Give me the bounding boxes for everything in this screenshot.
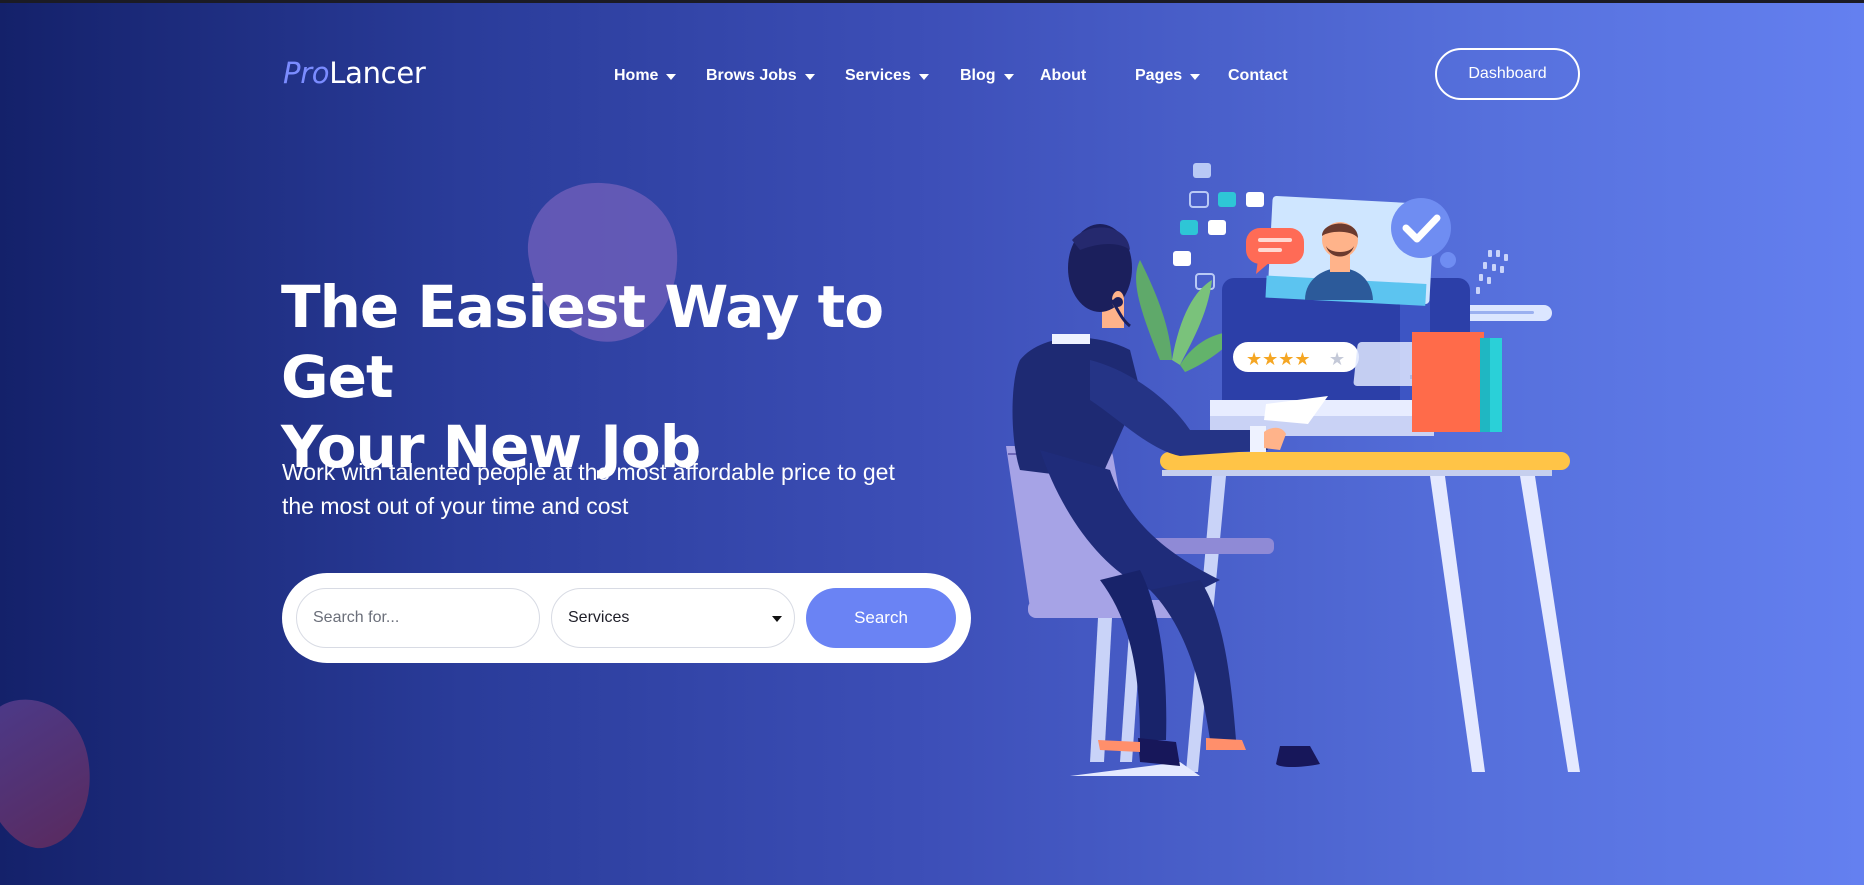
hero-subtitle: Work with talented people at the most af… bbox=[282, 455, 982, 523]
nav-services[interactable]: Services bbox=[845, 64, 929, 88]
nav-brows-jobs[interactable]: Brows Jobs bbox=[706, 64, 815, 88]
chevron-down-icon bbox=[1190, 74, 1201, 80]
nav-about[interactable]: About bbox=[1040, 64, 1086, 88]
top-border bbox=[0, 0, 1864, 3]
logo[interactable]: ProLancer bbox=[283, 56, 426, 90]
nav-label: Brows Jobs bbox=[706, 67, 797, 84]
hero-title-line: The Easiest Way to Get bbox=[281, 273, 884, 411]
hero-illustration: ★★★★ ★ bbox=[1006, 163, 1580, 776]
svg-text:★★★★: ★★★★ bbox=[1246, 349, 1311, 370]
search-form: Services Search bbox=[282, 573, 971, 663]
nav-home[interactable]: Home bbox=[614, 64, 677, 88]
hero-subtitle-line: Work with talented people at the most af… bbox=[282, 459, 895, 485]
search-input[interactable] bbox=[296, 588, 540, 648]
svg-text:★: ★ bbox=[1329, 349, 1345, 370]
hero-title: The Easiest Way to Get Your New Job bbox=[281, 272, 1001, 482]
decorative-squares bbox=[1173, 163, 1264, 290]
nav-label: About bbox=[1040, 67, 1087, 84]
chevron-down-icon bbox=[666, 74, 677, 80]
logo-suffix: Lancer bbox=[329, 56, 426, 90]
star-rating-icon: ★★★★ ★ bbox=[1233, 342, 1359, 372]
chevron-down-icon bbox=[772, 616, 782, 622]
nav-label: Contact bbox=[1228, 67, 1288, 84]
hero-subtitle-line: the most out of your time and cost bbox=[282, 493, 629, 519]
site-header: ProLancer Home Brows Jobs Services Blog … bbox=[283, 48, 1580, 100]
nav-label: Blog bbox=[960, 67, 996, 84]
logo-prefix: Pro bbox=[283, 56, 330, 90]
nav-pages[interactable]: Pages bbox=[1135, 64, 1201, 88]
chevron-down-icon bbox=[1003, 74, 1014, 80]
books-illustration bbox=[1412, 332, 1484, 432]
category-select-value: Services bbox=[568, 609, 630, 626]
dashboard-button[interactable]: Dashboard bbox=[1435, 48, 1580, 100]
nav-blog[interactable]: Blog bbox=[960, 64, 1014, 88]
nav-label: Home bbox=[614, 67, 659, 84]
chevron-down-icon bbox=[918, 74, 929, 80]
search-button[interactable]: Search bbox=[806, 588, 956, 648]
chevron-down-icon bbox=[804, 74, 815, 80]
decorative-blob bbox=[0, 688, 105, 858]
nav-label: Services bbox=[845, 67, 911, 84]
nav-label: Pages bbox=[1135, 67, 1183, 84]
nav-contact[interactable]: Contact bbox=[1228, 64, 1288, 88]
decorative-dots bbox=[1476, 250, 1508, 294]
category-select[interactable]: Services bbox=[551, 588, 795, 648]
